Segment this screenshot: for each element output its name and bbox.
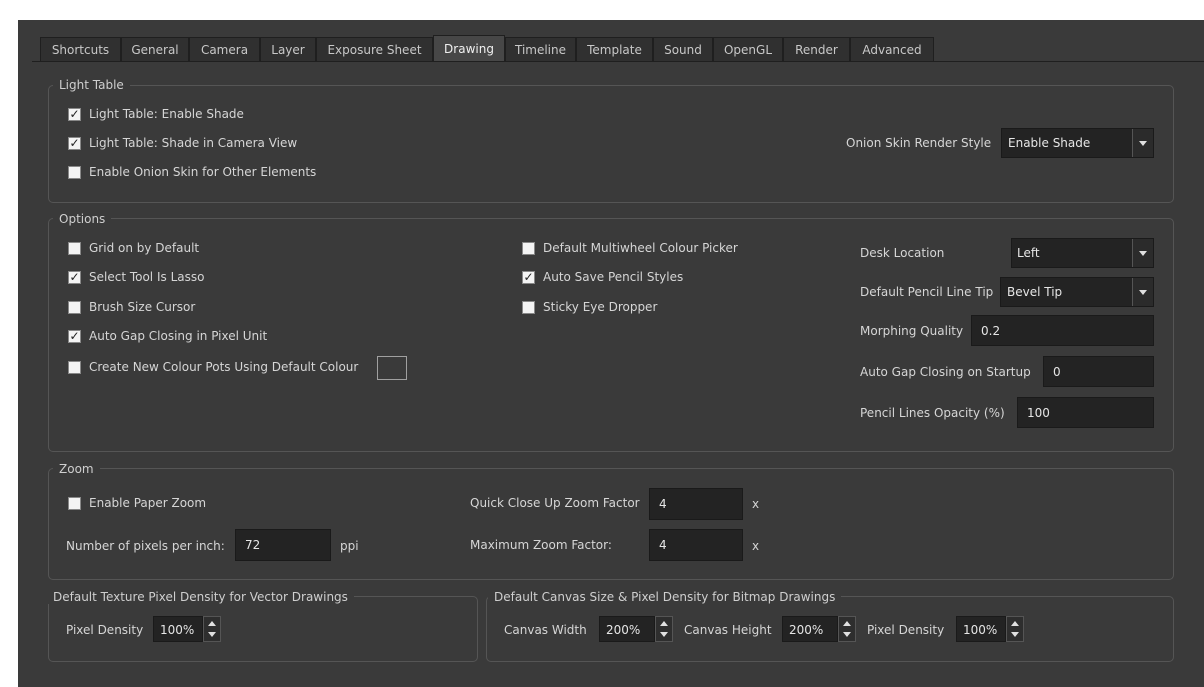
- render-style-dropdown[interactable]: Enable Shade: [1001, 128, 1154, 158]
- arrow-down-icon: [1011, 632, 1019, 637]
- multiwheel-label: Default Multiwheel Colour Picker: [543, 241, 738, 255]
- desk-location-dropdown[interactable]: Left: [1011, 238, 1154, 268]
- onion-other-label: Enable Onion Skin for Other Elements: [89, 165, 317, 179]
- canvas-width-input[interactable]: 200%: [599, 616, 655, 642]
- pencil-tip-dropdown[interactable]: Bevel Tip: [1000, 277, 1154, 307]
- bitmap-pixel-density-spinner[interactable]: [1006, 616, 1024, 642]
- select-lasso-label: Select Tool Is Lasso: [89, 270, 205, 284]
- tab-shortcuts[interactable]: Shortcuts: [40, 37, 121, 61]
- ppi-input[interactable]: 72: [235, 529, 331, 561]
- arrow-up-icon: [843, 621, 851, 626]
- arrow-up-icon: [1011, 621, 1019, 626]
- pencil-tip-value: Bevel Tip: [1007, 285, 1063, 299]
- default-colour-swatch[interactable]: [377, 356, 407, 380]
- closeup-zoom-label: Quick Close Up Zoom Factor: [470, 496, 640, 510]
- chevron-down-icon: [1132, 239, 1153, 267]
- grid-default-checkbox[interactable]: [68, 242, 81, 255]
- enable-shade-label: Light Table: Enable Shade: [89, 107, 244, 121]
- zoom-title: Zoom: [53, 462, 100, 476]
- arrow-down-icon: [208, 632, 216, 637]
- tab-render[interactable]: Render: [783, 37, 850, 61]
- vector-pixel-density-input[interactable]: 100%: [153, 616, 203, 642]
- shade-camera-checkbox[interactable]: ✓: [68, 137, 81, 150]
- paper-zoom-checkbox[interactable]: [68, 497, 81, 510]
- vector-density-title: Default Texture Pixel Density for Vector…: [47, 590, 354, 604]
- tab-drawing[interactable]: Drawing: [433, 35, 505, 62]
- vector-pixel-density-spinner[interactable]: [203, 616, 221, 642]
- desk-location-label: Desk Location: [860, 246, 945, 260]
- morph-quality-input[interactable]: 0.2: [971, 315, 1154, 346]
- bitmap-pixel-density-label: Pixel Density: [867, 623, 945, 637]
- pencil-opacity-label: Pencil Lines Opacity (%): [860, 406, 1005, 420]
- canvas-width-spinner[interactable]: [655, 616, 673, 642]
- gap-startup-label: Auto Gap Closing on Startup: [860, 365, 1031, 379]
- arrow-down-icon: [843, 632, 851, 637]
- brush-cursor-checkbox[interactable]: [68, 301, 81, 314]
- paper-zoom-label: Enable Paper Zoom: [89, 496, 207, 510]
- sticky-dropper-checkbox[interactable]: [522, 301, 535, 314]
- pencil-tip-label: Default Pencil Line Tip: [860, 285, 994, 299]
- enable-shade-checkbox[interactable]: ✓: [68, 108, 81, 121]
- closeup-zoom-unit: x: [752, 497, 760, 511]
- select-lasso-checkbox[interactable]: ✓: [68, 271, 81, 284]
- gap-startup-input[interactable]: 0: [1043, 356, 1154, 387]
- canvas-width-label: Canvas Width: [504, 623, 587, 637]
- auto-save-pencil-label: Auto Save Pencil Styles: [543, 270, 684, 284]
- onion-other-checkbox[interactable]: [68, 166, 81, 179]
- tab-sound[interactable]: Sound: [653, 37, 713, 61]
- max-zoom-label: Maximum Zoom Factor:: [470, 538, 612, 552]
- bitmap-pixel-density-input[interactable]: 100%: [956, 616, 1006, 642]
- canvas-height-input[interactable]: 200%: [782, 616, 838, 642]
- canvas-height-spinner[interactable]: [838, 616, 856, 642]
- arrow-up-icon: [208, 621, 216, 626]
- brush-cursor-label: Brush Size Cursor: [89, 300, 196, 314]
- bitmap-density-title: Default Canvas Size & Pixel Density for …: [488, 590, 842, 604]
- multiwheel-checkbox[interactable]: [522, 242, 535, 255]
- grid-default-label: Grid on by Default: [89, 241, 200, 255]
- auto-gap-pixel-label: Auto Gap Closing in Pixel Unit: [89, 329, 268, 343]
- create-pots-checkbox[interactable]: [68, 361, 81, 374]
- tab-template[interactable]: Template: [576, 37, 653, 61]
- arrow-up-icon: [660, 621, 668, 626]
- tab-layer[interactable]: Layer: [260, 37, 316, 61]
- morph-quality-label: Morphing Quality: [860, 324, 964, 338]
- auto-save-pencil-checkbox[interactable]: ✓: [522, 271, 535, 284]
- tab-advanced[interactable]: Advanced: [850, 37, 934, 61]
- tab-general[interactable]: General: [121, 37, 189, 61]
- tab-bar-divider: [32, 61, 1204, 62]
- max-zoom-unit: x: [752, 539, 760, 553]
- tab-camera[interactable]: Camera: [189, 37, 260, 61]
- create-pots-label: Create New Colour Pots Using Default Col…: [89, 360, 359, 374]
- auto-gap-pixel-checkbox[interactable]: ✓: [68, 330, 81, 343]
- zoom-group: [48, 468, 1174, 580]
- canvas-height-label: Canvas Height: [684, 623, 772, 637]
- render-style-value: Enable Shade: [1008, 136, 1091, 150]
- tab-timeline[interactable]: Timeline: [505, 37, 576, 61]
- tab-exposure-sheet[interactable]: Exposure Sheet: [316, 37, 433, 61]
- chevron-down-icon: [1132, 278, 1153, 306]
- shade-camera-label: Light Table: Shade in Camera View: [89, 136, 298, 150]
- desk-location-value: Left: [1017, 246, 1040, 260]
- light-table-title: Light Table: [53, 78, 130, 92]
- vector-pixel-density-label: Pixel Density: [66, 623, 144, 637]
- ppi-unit: ppi: [340, 539, 359, 553]
- tab-opengl[interactable]: OpenGL: [713, 37, 783, 61]
- ppi-label: Number of pixels per inch:: [66, 539, 225, 553]
- arrow-down-icon: [660, 632, 668, 637]
- options-title: Options: [53, 212, 112, 226]
- chevron-down-icon: [1132, 129, 1153, 157]
- max-zoom-input[interactable]: 4: [649, 529, 743, 561]
- closeup-zoom-input[interactable]: 4: [649, 488, 743, 520]
- pencil-opacity-input[interactable]: 100: [1017, 397, 1154, 428]
- render-style-label: Onion Skin Render Style: [846, 136, 992, 150]
- sticky-dropper-label: Sticky Eye Dropper: [543, 300, 658, 314]
